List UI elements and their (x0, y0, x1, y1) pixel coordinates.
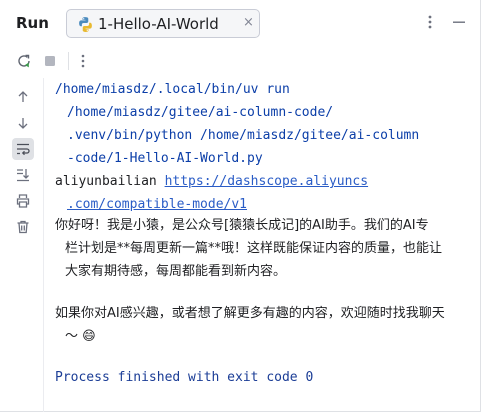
tab-label: 1-Hello-AI-World (98, 15, 219, 33)
printer-icon (16, 194, 30, 208)
scroll-up-button[interactable] (12, 86, 34, 108)
scroll-to-end-icon (17, 169, 29, 182)
command-line: /home/miasdz/gitee/ai-column-code/ (67, 105, 334, 120)
command-line: .venv/bin/python /home/miasdz/gitee/ai-c… (67, 128, 420, 143)
rerun-icon[interactable] (16, 53, 32, 69)
more-vertical-icon[interactable] (423, 10, 437, 34)
scroll-down-button[interactable] (12, 112, 34, 134)
command-line: -code/1-Hello-AI-World.py (67, 151, 263, 166)
more-vertical-icon[interactable] (77, 51, 89, 71)
run-config-tab[interactable]: 1-Hello-AI-World × (66, 9, 260, 38)
minimize-icon[interactable] (451, 10, 467, 34)
soft-wrap-icon (17, 143, 30, 156)
run-toolbar (0, 46, 482, 76)
python-icon (79, 17, 92, 32)
reply-line: 你好呀！我是小猿，是公众号[猿猿长成记]的AI助手。我们的AI专 (55, 218, 429, 233)
arrow-down-icon (18, 118, 28, 129)
reply-line: 大家有期待感，每周都能看到新内容。 (65, 264, 287, 279)
close-icon[interactable]: × (243, 15, 254, 30)
trash-icon (17, 220, 29, 234)
process-exit-line: Process finished with exit code 0 (55, 370, 314, 385)
stop-icon[interactable] (42, 53, 58, 69)
base-url-link[interactable]: https://dashscope.aliyuncs (165, 174, 369, 189)
scroll-to-end-button[interactable] (12, 164, 34, 186)
reply-line: ～ 😄 (65, 329, 96, 344)
arrow-up-icon (18, 91, 28, 102)
soft-wrap-toggle[interactable] (12, 138, 34, 160)
gutter-divider (43, 78, 44, 412)
reply-line: 栏计划是**每周更新一篇**哦！这样既能保证内容的质量，也能让 (65, 241, 443, 256)
clear-all-button[interactable] (12, 216, 34, 238)
env-prefix: aliyunbailian (55, 174, 165, 189)
toolbar-separator (68, 52, 69, 70)
base-url-link[interactable]: .com/compatible-mode/v1 (67, 197, 247, 212)
run-header: Run 1-Hello-AI-World × (0, 0, 482, 46)
env-output-line: .com/compatible-mode/v1 (67, 193, 247, 216)
reply-line: 如果你对AI感兴趣，或者想了解更多有趣的内容，欢迎随时找我聊天 (55, 306, 445, 321)
command-line: /home/miasdz/.local/bin/uv run (55, 82, 290, 97)
env-output-line: aliyunbailian https://dashscope.aliyuncs (55, 170, 368, 193)
print-button[interactable] (12, 190, 34, 212)
tool-window-title: Run (16, 14, 49, 32)
